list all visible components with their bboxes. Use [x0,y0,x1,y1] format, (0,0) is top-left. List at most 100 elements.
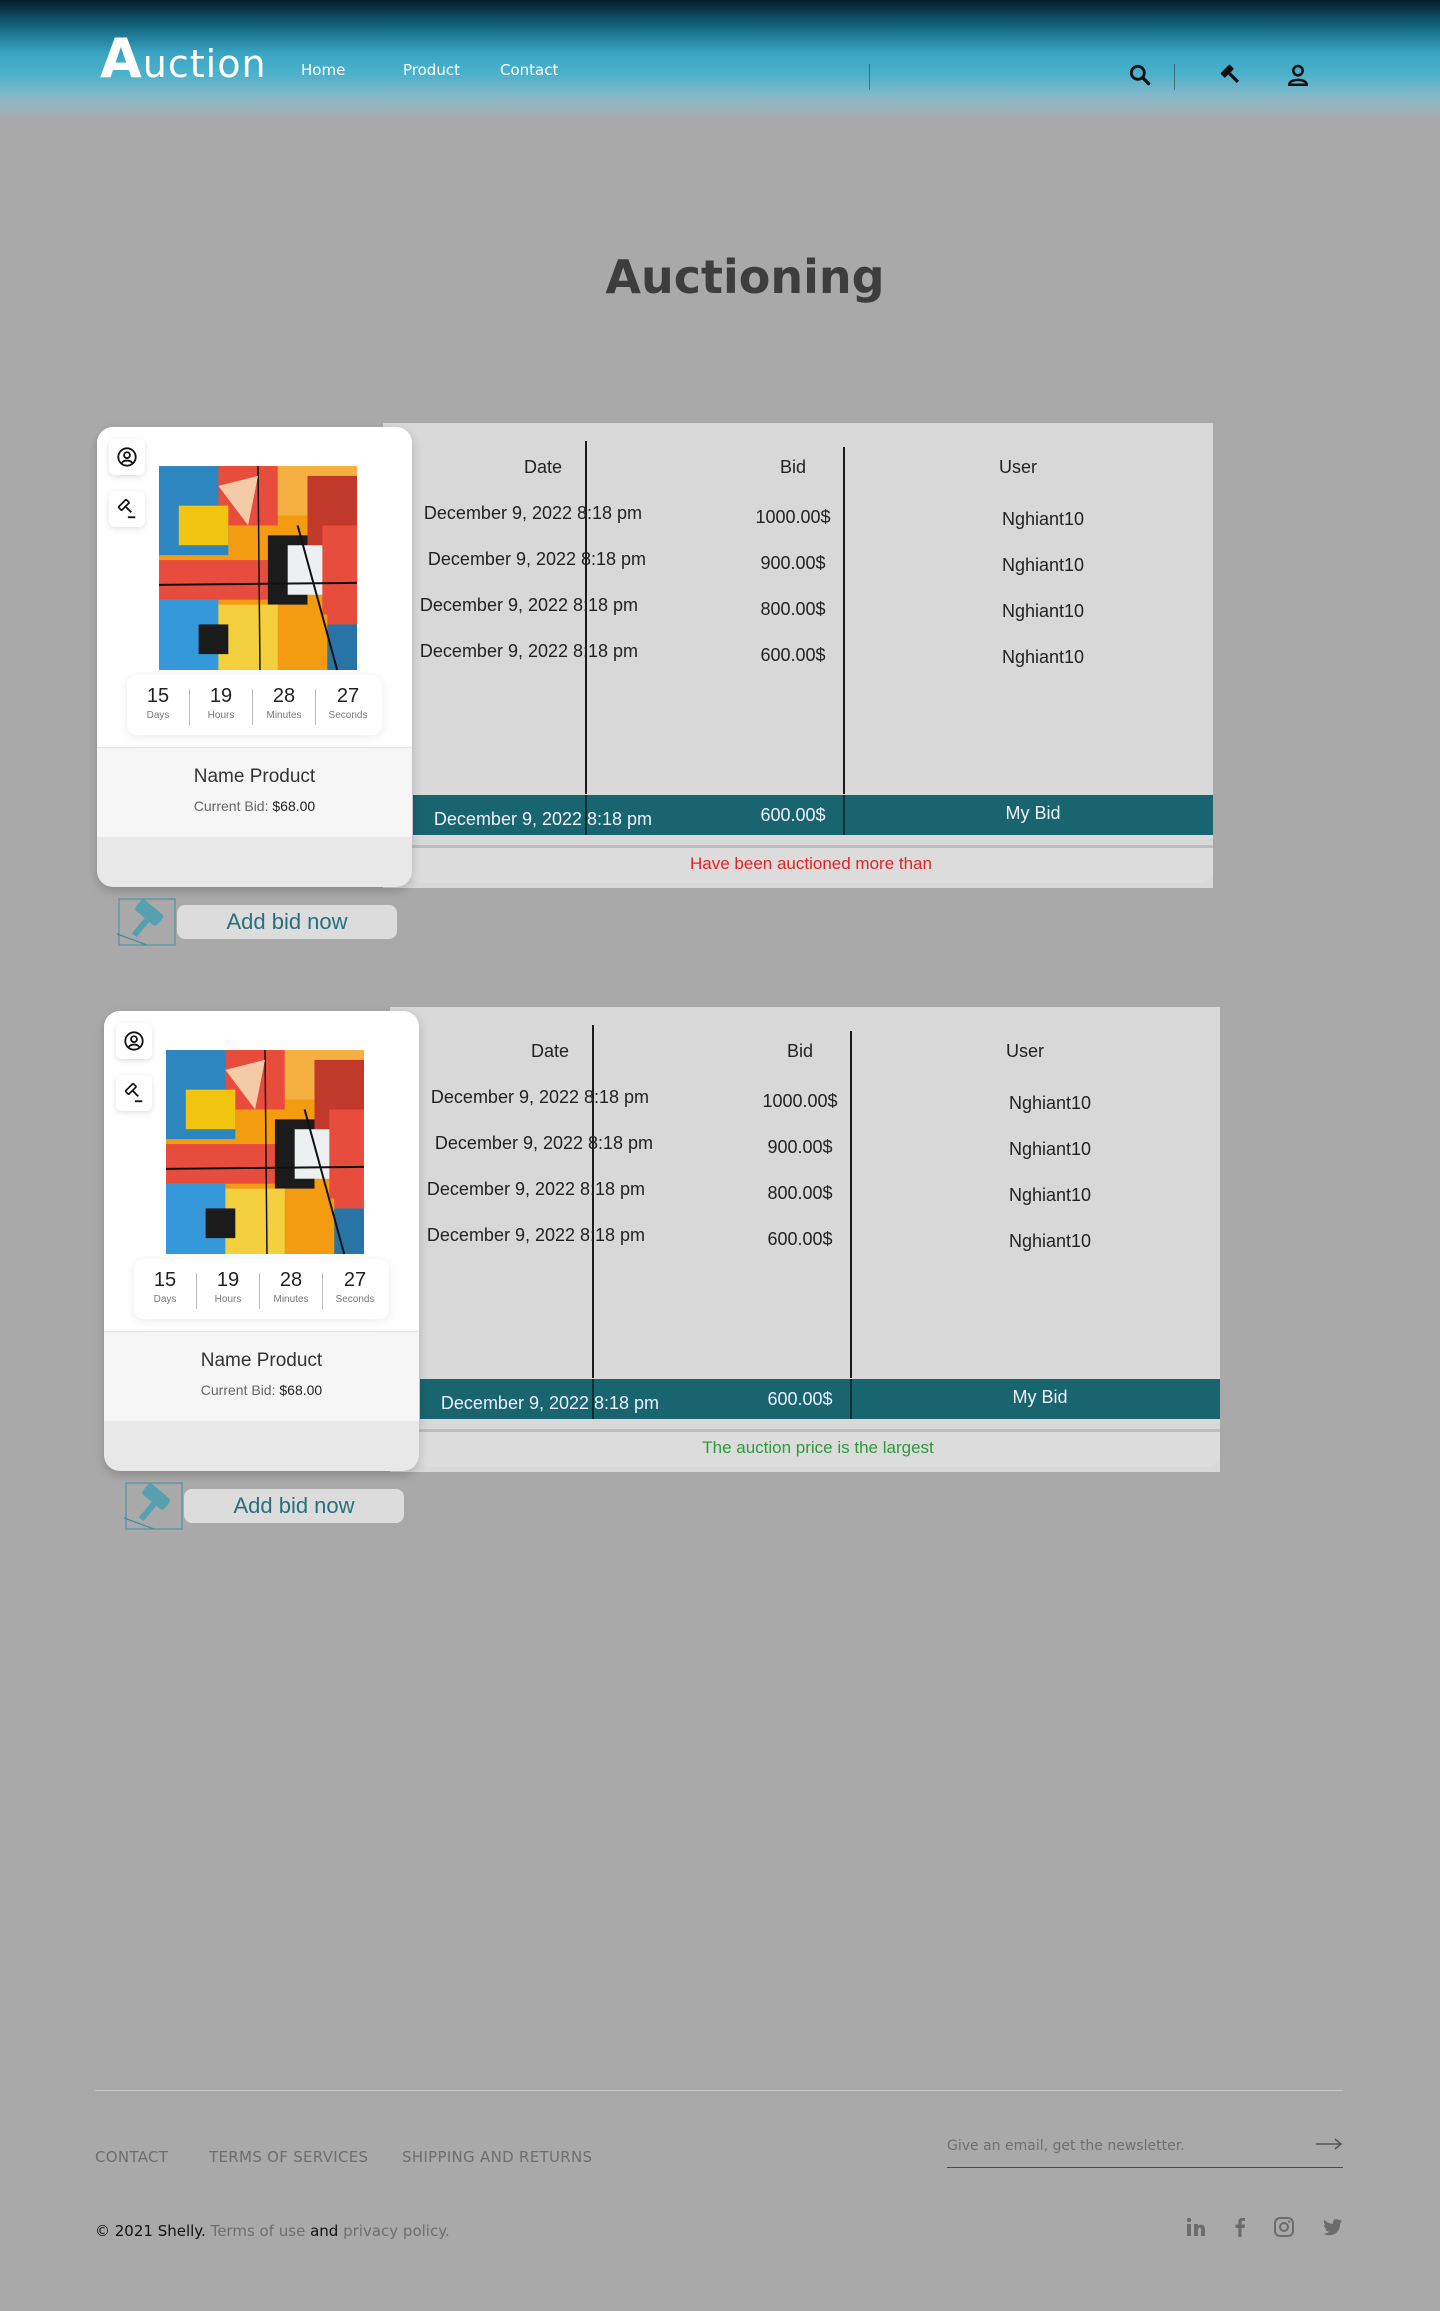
footer-link-terms[interactable]: TERMS OF SERVICES [209,2148,368,2166]
auction-status-message: The auction price is the largest [416,1429,1220,1467]
gavel-icon[interactable] [1218,62,1244,88]
countdown-label: Hours [207,710,235,721]
column-header-bid: Bid [779,457,806,477]
column-header-user: User [1005,1041,1044,1061]
bid-row-date: December 9, 2022 8:18 pm [426,1225,646,1245]
facebook-icon[interactable] [1228,2215,1252,2239]
current-bid-label: Current Bid: [193,798,269,814]
bid-gavel-icon[interactable] [109,491,145,527]
nav-contact[interactable]: Contact [500,61,558,79]
user-circle-icon[interactable] [116,1023,152,1059]
header-divider [1174,64,1175,90]
instagram-icon[interactable] [1272,2215,1296,2239]
column-header-user: User [998,457,1037,477]
column-divider [585,795,587,835]
countdown-value: 19 [216,1269,240,1291]
countdown-timer: 15 Days 19 Hours 28 Minutes 27 Seconds [134,1259,389,1319]
countdown-value: 19 [209,685,233,707]
bid-row-user: Nghiant10 [1008,1139,1092,1159]
bid-row-user: Nghiant10 [1008,1185,1092,1205]
card-image-area: 15 Days 19 Hours 28 Minutes 27 Seconds [104,1011,419,1331]
countdown-label: Minutes [266,710,302,721]
bid-row-user: Nghiant10 [1008,1231,1092,1251]
user-icon[interactable] [1285,62,1311,88]
my-bid-row: December 9, 2022 8:18 pm 600.00$ My Bid [420,1379,1220,1419]
auction-block: Date Bid User December 9, 2022 8:18 pm 1… [97,423,1237,983]
column-divider [843,447,845,794]
linkedin-icon[interactable] [1184,2215,1208,2239]
logo-initial: A [100,27,143,90]
countdown-label: Seconds [335,1294,375,1305]
product-card[interactable]: 15 Days 19 Hours 28 Minutes 27 Seconds N… [97,427,412,887]
my-bid-amount: 600.00$ [767,1389,833,1409]
countdown-unit: 19 Hours [190,685,252,721]
countdown-unit: 15 Days [134,1269,196,1305]
product-card[interactable]: 15 Days 19 Hours 28 Minutes 27 Seconds N… [104,1011,419,1471]
column-divider [585,441,587,794]
gavel-icon[interactable] [108,897,179,949]
countdown-unit: 28 Minutes [253,685,315,721]
nav-product[interactable]: Product [403,61,460,79]
logo[interactable]: Auction [100,32,267,87]
card-info: Name Product Current Bid: $68.00 [97,747,412,837]
bid-gavel-icon[interactable] [116,1075,152,1111]
product-painting [166,1050,364,1255]
logo-text: uction [142,42,267,86]
add-bid-group: Add bid now [108,897,417,953]
countdown-value: 27 [336,685,360,707]
bid-row-date: December 9, 2022 8:18 pm [419,641,639,661]
column-header-date: Date [530,1041,570,1061]
user-circle-icon[interactable] [109,439,145,475]
bid-row-amount: 1000.00$ [762,1091,838,1111]
nav-home[interactable]: Home [301,61,345,79]
countdown-value: 27 [343,1269,367,1291]
footer-link-contact[interactable]: CONTACT [95,2148,168,2166]
current-bid-value: $68.00 [279,1382,323,1398]
countdown-label: Minutes [273,1294,309,1305]
my-bid-row: December 9, 2022 8:18 pm 600.00$ My Bid [413,795,1213,835]
countdown-unit: 27 Seconds [324,1269,386,1305]
newsletter-form [947,2128,1343,2168]
bid-row-date: December 9, 2022 8:18 pm [423,503,643,523]
product-name: Name Product [200,1350,323,1371]
countdown-value: 15 [153,1269,177,1291]
bid-row-amount: 600.00$ [760,645,826,665]
privacy-policy-link[interactable]: privacy policy. [343,2222,450,2240]
column-header-bid: Bid [786,1041,813,1061]
my-bid-label: My Bid [1005,803,1061,823]
copyright-text: © 2021 Shelly. [95,2222,206,2240]
copyright-and: and [310,2222,339,2240]
bid-history-panel: Date Bid User December 9, 2022 8:18 pm 1… [383,423,1213,888]
current-bid: Current Bid: $68.00 [104,1382,419,1398]
countdown-unit: 15 Days [127,685,189,721]
arrow-right-icon[interactable] [1315,2134,1343,2154]
gavel-icon[interactable] [115,1481,186,1533]
product-image[interactable] [166,1049,364,1255]
footer-link-shipping[interactable]: SHIPPING AND RETURNS [402,2148,592,2166]
bid-row-amount: 900.00$ [767,1137,833,1157]
bid-row-date: December 9, 2022 8:18 pm [434,1133,654,1153]
bid-row-date: December 9, 2022 8:18 pm [426,1179,646,1199]
product-name: Name Product [193,766,316,787]
bid-row-user: Nghiant10 [1001,509,1085,529]
countdown-unit: 19 Hours [197,1269,259,1305]
newsletter-email-input[interactable] [947,2128,1287,2164]
add-bid-button[interactable]: Add bid now [177,905,397,939]
search-icon[interactable] [1127,62,1153,88]
bid-row-amount: 800.00$ [767,1183,833,1203]
product-image[interactable] [159,465,357,671]
add-bid-button[interactable]: Add bid now [184,1489,404,1523]
site-header: Auction Home Product Contact [0,0,1440,120]
column-divider [850,1031,852,1378]
current-bid-value: $68.00 [272,798,316,814]
countdown-unit: 27 Seconds [317,685,379,721]
column-divider [850,1379,852,1419]
twitter-icon[interactable] [1320,2215,1344,2239]
product-painting [159,466,357,671]
bid-row-date: December 9, 2022 8:18 pm [419,595,639,615]
terms-of-use-link[interactable]: Terms of use [211,2222,306,2240]
bid-row-amount: 800.00$ [760,599,826,619]
add-bid-group: Add bid now [115,1481,424,1537]
bid-row-amount: 1000.00$ [755,507,831,527]
countdown-separator [315,689,316,725]
